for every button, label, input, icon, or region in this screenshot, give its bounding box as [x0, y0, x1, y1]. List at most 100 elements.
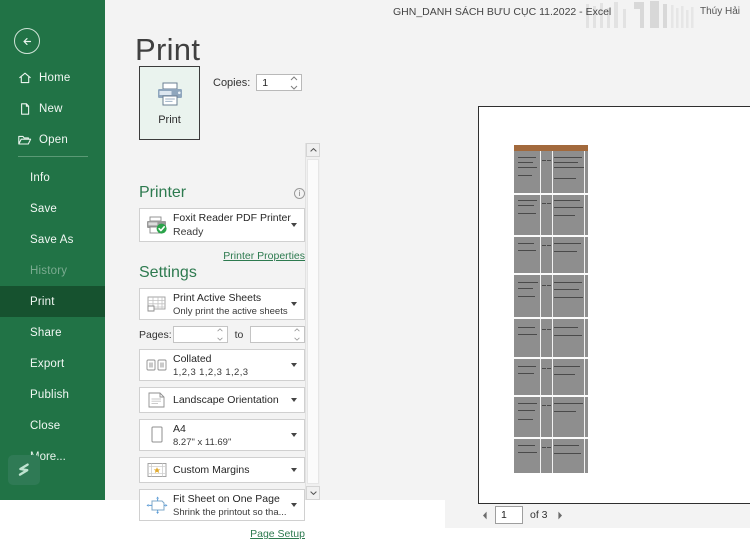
scaling-line2: Shrink the printout so tha...: [173, 507, 304, 518]
copies-label: Copies:: [213, 77, 250, 89]
page-navigation: 1 of 3: [478, 504, 678, 526]
paper-size-line2: 8.27" x 11.69": [173, 437, 304, 448]
preview-row-band: [514, 439, 588, 473]
orientation-select[interactable]: Landscape Orientation: [139, 387, 305, 413]
scaling-select[interactable]: Fit Sheet on One Page Shrink the printou…: [139, 489, 305, 521]
collation-text: Collated 1,2,3 1,2,3 1,2,3: [170, 353, 304, 378]
pages-from-input[interactable]: [173, 326, 228, 343]
sidebar-item-label: Save As: [30, 234, 74, 246]
sidebar-item-label: Home: [39, 72, 70, 84]
sidebar-item-info[interactable]: Info: [0, 162, 105, 193]
backstage-print-view: Print Print Copies: 1: [105, 28, 750, 500]
preview-row-band: [514, 397, 588, 437]
pages-range-row: Pages: to: [139, 326, 305, 343]
copies-stepper[interactable]: 1: [256, 74, 302, 91]
printer-properties-link[interactable]: Printer Properties: [223, 250, 305, 262]
printer-select-text: Foxit Reader PDF Printer Ready: [170, 212, 304, 238]
paper-size-select[interactable]: A4 8.27" x 11.69": [139, 419, 305, 451]
chevron-down-icon[interactable]: [291, 223, 297, 227]
next-page-arrow-icon[interactable]: [553, 506, 567, 524]
settings-heading: Settings: [139, 264, 305, 282]
preview-row-band: [514, 151, 588, 193]
print-what-select[interactable]: Print Active Sheets Only print the activ…: [139, 288, 305, 320]
paper-icon: [144, 425, 170, 445]
margins-text: Custom Margins: [170, 464, 304, 476]
sidebar-item-label: Save: [30, 203, 57, 215]
printer-device-icon: [144, 215, 170, 235]
preview-row-band: [514, 319, 588, 357]
printer-heading: Printer: [139, 184, 186, 202]
chevron-down-icon[interactable]: [291, 302, 297, 306]
home-icon: [17, 70, 32, 85]
sidebar-item-open[interactable]: Open: [0, 124, 105, 155]
backstage-sidebar: Home New Open Info Save: [0, 0, 105, 500]
print-preview-pane: 1 of 3: [445, 56, 750, 528]
sidebar-item-history: History: [0, 255, 105, 286]
back-arrow-icon: [21, 35, 34, 48]
stepper-arrows-icon[interactable]: [290, 76, 298, 90]
sidebar-item-close[interactable]: Close: [0, 410, 105, 441]
scaling-icon: [144, 495, 170, 515]
orientation-line1: Landscape Orientation: [173, 394, 304, 406]
settings-section: Settings Print Active Sheets Only print …: [139, 264, 305, 542]
chevron-down-icon[interactable]: [291, 398, 297, 402]
sidebar-item-label: New: [39, 103, 63, 115]
chevron-down-icon[interactable]: [291, 503, 297, 507]
preview-row-band: [514, 359, 588, 395]
printer-section: Printer i Foxit Reader PDF Printer: [139, 184, 305, 264]
new-document-icon: [17, 101, 32, 116]
collation-select[interactable]: Collated 1,2,3 1,2,3 1,2,3: [139, 349, 305, 381]
sidebar-item-export[interactable]: Export: [0, 348, 105, 379]
paper-size-line1: A4: [173, 423, 304, 435]
sidebar-item-label: Share: [30, 327, 62, 339]
chevron-down-icon[interactable]: [291, 363, 297, 367]
scaling-text: Fit Sheet on One Page Shrink the printou…: [170, 493, 304, 518]
sidebar-item-publish[interactable]: Publish: [0, 379, 105, 410]
printer-name: Foxit Reader PDF Printer: [173, 212, 304, 224]
sidebar-item-label: Print: [30, 296, 55, 308]
margins-line1: Custom Margins: [173, 464, 304, 476]
back-button[interactable]: [14, 28, 40, 54]
sidebar-item-save-as[interactable]: Save As: [0, 224, 105, 255]
sidebar-item-label: Close: [30, 420, 60, 432]
printer-status: Ready: [173, 226, 304, 238]
info-icon[interactable]: i: [294, 188, 305, 199]
sidebar-item-home[interactable]: Home: [0, 62, 105, 93]
margins-icon: [144, 461, 170, 479]
chevron-down-icon[interactable]: [291, 468, 297, 472]
options-scrollbar[interactable]: [305, 143, 320, 500]
scrollbar-track[interactable]: [307, 159, 319, 484]
print-what-line1: Print Active Sheets: [173, 292, 304, 304]
stepper-arrows-icon[interactable]: [293, 328, 301, 341]
copies-row: Copies: 1: [213, 74, 302, 91]
paper-size-text: A4 8.27" x 11.69": [170, 423, 304, 448]
margins-select[interactable]: Custom Margins: [139, 457, 305, 483]
scroll-up-button[interactable]: [306, 143, 320, 157]
sidebar-item-label: Info: [30, 172, 50, 184]
sidebar-item-label: Open: [39, 134, 68, 146]
print-what-text: Print Active Sheets Only print the activ…: [170, 292, 304, 317]
sidebar-item-print[interactable]: Print: [0, 286, 105, 317]
preview-page[interactable]: [478, 106, 750, 504]
current-page-input[interactable]: 1: [495, 506, 523, 524]
scaling-line1: Fit Sheet on One Page: [173, 493, 304, 505]
sidebar-divider: [18, 156, 88, 157]
worksheet-icon: [144, 295, 170, 313]
scroll-down-button[interactable]: [306, 486, 320, 500]
sidebar-item-save[interactable]: Save: [0, 193, 105, 224]
pages-label: Pages:: [139, 329, 173, 341]
taskbar-app-icon[interactable]: [8, 455, 40, 485]
printer-select[interactable]: Foxit Reader PDF Printer Ready: [139, 208, 305, 242]
sidebar-item-label: History: [30, 265, 67, 277]
pages-to-input[interactable]: [250, 326, 305, 343]
collate-icon: [144, 357, 170, 373]
chevron-down-icon[interactable]: [291, 433, 297, 437]
print-button[interactable]: Print: [139, 66, 200, 140]
previous-page-arrow-icon[interactable]: [478, 506, 492, 524]
sidebar-item-new[interactable]: New: [0, 93, 105, 124]
sidebar-item-share[interactable]: Share: [0, 317, 105, 348]
preview-row-band: [514, 195, 588, 235]
page-setup-link[interactable]: Page Setup: [250, 528, 305, 540]
preview-row-band: [514, 237, 588, 273]
stepper-arrows-icon[interactable]: [216, 328, 224, 341]
